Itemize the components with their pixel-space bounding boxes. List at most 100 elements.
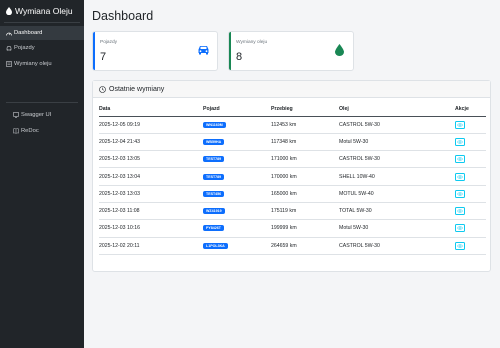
nav-item-swagger-ui[interactable]: Swagger UI: [0, 107, 84, 123]
cell-mileage: 199999 km: [271, 219, 339, 238]
cell-actions: [455, 116, 486, 134]
eye-icon: [457, 192, 463, 196]
nav-item-pojazdy[interactable]: Pojazdy: [0, 40, 84, 56]
cell-oil: CASTROL 5W-30: [339, 237, 455, 255]
card-accent: [93, 32, 95, 70]
cell-actions: [455, 167, 486, 186]
eye-icon: [457, 209, 463, 213]
plate-badge[interactable]: TEST789: [203, 173, 225, 180]
nav-item-dashboard[interactable]: Dashboard: [0, 26, 84, 40]
cell-oil: Motul 5W-30: [339, 133, 455, 152]
panel-title: Ostatnie wymiany: [109, 85, 165, 93]
table-row: 2025-12-04 21:43 WB59HA 117348 km Motul 5W-…: [99, 133, 486, 152]
cell-date: 2025-12-03 13:04: [99, 167, 203, 186]
cell-actions: [455, 219, 486, 238]
column-header-akcje: Akcje: [455, 103, 486, 117]
table-row: 2025-12-03 13:03 TEST456 165000 km MOTUL 5W…: [99, 185, 486, 203]
cell-mileage: 112453 km: [271, 116, 339, 134]
eye-icon: [457, 140, 463, 144]
table-row: 2025-12-03 13:04 TEST789 170000 km SHELL 10…: [99, 167, 486, 186]
cell-mileage: 171000 km: [271, 150, 339, 169]
eye-icon: [457, 157, 463, 161]
column-header-olej: Olej: [339, 103, 455, 117]
eye-icon: [457, 174, 463, 179]
table-row: 2025-12-03 13:05 TEST789 171000 km CASTROL …: [99, 150, 486, 169]
view-button[interactable]: [455, 155, 465, 164]
car-icon: [198, 46, 209, 55]
nav-label: Wymiany oleju: [14, 61, 52, 67]
recent-changes-panel: Ostatnie wymiany Data Pojazd Przebieg Ol…: [92, 80, 491, 272]
plate-badge[interactable]: L1POL3KA: [203, 242, 228, 249]
column-header-przebieg: Przebieg: [271, 103, 339, 117]
cell-vehicle: TEST456: [203, 185, 271, 203]
plate-badge[interactable]: PY8426T: [203, 225, 224, 232]
cell-date: 2025-12-03 13:05: [99, 150, 203, 169]
brand-name: Wymiana Oleju: [15, 6, 73, 16]
cell-mileage: 165000 km: [271, 185, 339, 203]
view-button[interactable]: [455, 137, 465, 146]
view-button[interactable]: [455, 172, 465, 181]
brand[interactable]: Wymiana Oleju: [0, 0, 84, 22]
view-button[interactable]: [455, 207, 465, 216]
nav-item-redoc[interactable]: ReDoc: [0, 123, 84, 139]
table-header-row: Data Pojazd Przebieg Olej Akcje: [99, 103, 486, 117]
cell-date: 2025-12-04 21:43: [99, 133, 203, 152]
view-button[interactable]: [455, 224, 465, 233]
cell-actions: [455, 150, 486, 169]
monitor-icon: [13, 112, 19, 118]
nav-label: Pojazdy: [14, 45, 35, 51]
cell-vehicle: TEST789: [203, 167, 271, 186]
nav-item-wymiany-oleju[interactable]: Wymiany oleju: [0, 56, 84, 72]
eye-icon: [457, 123, 463, 127]
column-header-pojazd: Pojazd: [203, 103, 271, 117]
cell-mileage: 117348 km: [271, 133, 339, 152]
view-button[interactable]: [455, 120, 465, 129]
view-button[interactable]: [455, 189, 465, 198]
clock-icon: [99, 85, 106, 93]
page-title: Dashboard: [92, 9, 154, 23]
card-accent: [229, 32, 231, 70]
nav-label: Swagger UI: [21, 112, 52, 118]
plate-badge[interactable]: TEST456: [203, 190, 225, 197]
card-value: 8: [236, 51, 243, 63]
cell-date: 2025-12-03 13:03: [99, 185, 203, 203]
cell-date: 2025-12-02 20:11: [99, 237, 203, 255]
view-button[interactable]: [455, 241, 465, 250]
sidebar: Wymiana Oleju Dashboard Pojazdy Wymiany …: [0, 0, 84, 348]
cell-oil: CASTROL 5W-30: [339, 116, 455, 134]
oil-drop-icon: [335, 44, 344, 56]
plate-badge[interactable]: WN1160M: [203, 121, 226, 128]
cell-vehicle: WZ41919: [203, 202, 271, 221]
cell-vehicle: WB59HA: [203, 133, 271, 152]
list-icon: [6, 61, 12, 67]
main-content: Dashboard Pojazdy 7 Wymiany oleju 8 Osta…: [84, 0, 500, 348]
table-row: 2025-12-03 10:16 PY8426T 199999 km Motul 5W…: [99, 219, 486, 238]
table-row: 2025-12-03 11:08 WZ41919 175119 km TOTAL 5W…: [99, 202, 486, 221]
car-icon: [6, 45, 12, 51]
cell-date: 2025-12-03 10:16: [99, 219, 203, 238]
cell-oil: TOTAL 5W-30: [339, 202, 455, 221]
book-icon: [13, 128, 19, 134]
cell-vehicle: PY8426T: [203, 219, 271, 238]
cell-oil: SHELL 10W-40: [339, 167, 455, 186]
table-row: 2025-12-05 09:19 WN1160M 112453 km CASTROL …: [99, 116, 486, 134]
eye-icon: [457, 244, 463, 248]
cell-mileage: 170000 km: [271, 167, 339, 186]
cell-mileage: 264659 km: [271, 237, 339, 255]
cell-actions: [455, 202, 486, 221]
plate-badge[interactable]: TEST789: [203, 156, 225, 163]
stat-card-pojazdy: Pojazdy 7: [92, 31, 218, 71]
cell-mileage: 175119 km: [271, 202, 339, 221]
nav-label: Dashboard: [14, 30, 43, 36]
plate-badge[interactable]: WB59HA: [203, 138, 225, 145]
panel-header: Ostatnie wymiany: [93, 81, 490, 98]
cell-date: 2025-12-03 11:08: [99, 202, 203, 221]
cell-oil: MOTUL 5W-40: [339, 185, 455, 203]
cell-oil: Motul 5W-30: [339, 219, 455, 238]
cell-oil: CASTROL 5W-30: [339, 150, 455, 169]
cell-actions: [455, 133, 486, 152]
oil-drop-icon: [6, 7, 12, 15]
cell-vehicle: TEST789: [203, 150, 271, 169]
card-value: 7: [100, 51, 107, 63]
plate-badge[interactable]: WZ41919: [203, 208, 225, 215]
